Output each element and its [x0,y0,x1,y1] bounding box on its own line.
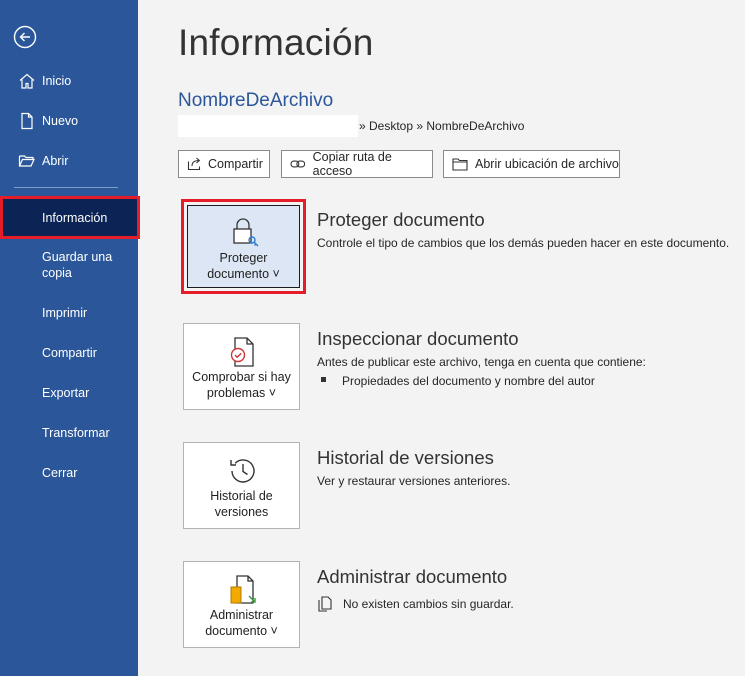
open-location-button[interactable]: Abrir ubicación de archivo [443,150,620,178]
check-issues-label: Comprobar si hay problemas ˅ [192,370,291,400]
version-history-button[interactable]: Historial de versiones [183,442,300,529]
new-document-icon [21,112,33,130]
sidebar-item-label: Información [42,211,108,225]
link-icon [290,160,306,168]
version-history-label: Historial de versiones [210,489,273,519]
open-location-label: Abrir ubicación de archivo [475,157,619,171]
back-arrow-icon[interactable] [13,25,37,49]
sidebar: Inicio Nuevo Abrir Información Guardar u… [0,0,140,676]
sidebar-item-imprimir[interactable]: Imprimir [42,305,132,321]
sidebar-divider [14,187,118,188]
check-issues-button[interactable]: Comprobar si hay problemas ˅ [183,323,300,410]
share-button[interactable]: Compartir [178,150,270,178]
sidebar-item-inicio[interactable]: Inicio [0,72,138,90]
inspect-document-icon [230,337,254,367]
file-path: » Desktop » NombreDeArchivo [359,119,525,133]
copy-path-label: Copiar ruta de acceso [312,150,392,178]
document-copy-icon [318,596,332,612]
manage-document-button[interactable]: Administrar documento ˅ [183,561,300,648]
sidebar-item-transformar[interactable]: Transformar [42,425,132,441]
sidebar-item-informacion[interactable]: Información [0,196,140,239]
path-redacted [178,115,358,137]
copy-path-button[interactable]: Copiar ruta de acceso [281,150,433,178]
inspect-description: Antes de publicar este archivo, tenga en… [317,355,646,369]
file-name: NombreDeArchivo [178,90,334,111]
sidebar-item-guardar-copia[interactable]: Guardar una copia [42,249,132,281]
manage-description: No existen cambios sin guardar. [343,597,514,611]
sidebar-item-abrir[interactable]: Abrir [0,152,138,170]
sidebar-item-nuevo[interactable]: Nuevo [0,112,138,130]
share-icon [187,157,201,171]
page-title: Información [178,22,374,63]
folder-icon [452,158,468,171]
sidebar-item-label: Nuevo [42,114,79,128]
history-description: Ver y restaurar versiones anteriores. [317,474,511,488]
sidebar-item-exportar[interactable]: Exportar [42,385,132,401]
history-title: Historial de versiones [317,447,494,468]
bullet-marker [321,377,326,382]
open-folder-icon [18,155,35,167]
history-icon [230,459,255,483]
manage-document-label: Administrar documento ˅ [205,608,278,638]
sidebar-item-label: Abrir [42,154,69,168]
manage-title: Administrar documento [317,566,508,587]
home-icon [19,73,35,89]
share-label: Compartir [208,157,263,171]
inspect-bullet-text: Propiedades del documento y nombre del a… [342,374,595,388]
manage-document-icon [230,575,256,604]
sidebar-item-cerrar[interactable]: Cerrar [42,465,132,481]
highlight-frame [181,199,306,294]
protect-description: Controle el tipo de cambios que los demá… [317,236,730,250]
inspect-title: Inspeccionar documento [317,328,519,349]
sidebar-item-label: Inicio [42,74,72,88]
protect-title: Proteger documento [317,209,485,230]
sidebar-item-compartir[interactable]: Compartir [42,345,132,361]
